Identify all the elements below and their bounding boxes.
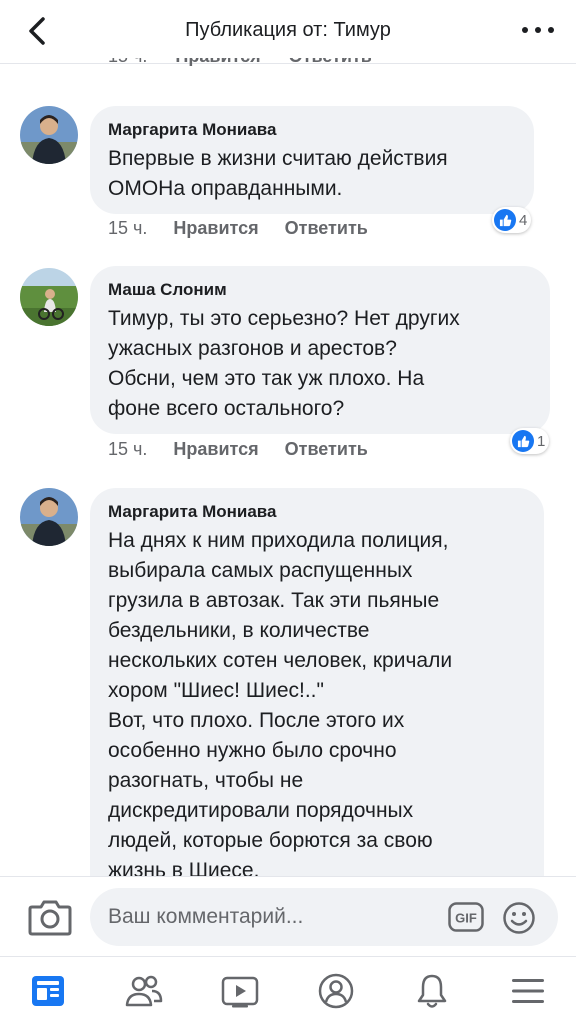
like-icon <box>494 209 516 231</box>
nav-friends[interactable] <box>124 971 164 1011</box>
avatar[interactable] <box>20 268 78 326</box>
comment-text: Впервые в жизни считаю действия ОМОНа оп… <box>108 147 448 200</box>
nav-profile[interactable] <box>316 971 356 1011</box>
gif-label: GIF <box>455 911 477 926</box>
more-dot-icon <box>522 27 528 33</box>
avatar[interactable] <box>20 488 78 546</box>
reaction-count[interactable]: 1 <box>510 428 550 454</box>
more-dot-icon <box>535 27 541 33</box>
nav-news-feed[interactable] <box>28 971 68 1011</box>
reaction-number: 4 <box>519 211 528 229</box>
reaction-count[interactable]: 4 <box>492 207 532 233</box>
news-feed-icon <box>32 976 64 1006</box>
emoji-button[interactable] <box>502 901 536 935</box>
comment-input-placeholder: Ваш комментарий... <box>108 905 304 928</box>
top-bar: Публикация от: Тимур <box>0 0 576 64</box>
previous-comment-actions: 15 ч. Нравится Ответить <box>108 58 428 78</box>
comment-input[interactable]: Ваш комментарий... GIF <box>90 888 558 946</box>
comment-author[interactable]: Маша Слоним <box>108 280 532 300</box>
nav-menu[interactable] <box>508 971 548 1011</box>
comment-time: 15 ч. <box>108 439 148 459</box>
avatar[interactable] <box>20 106 78 164</box>
profile-icon <box>318 973 354 1009</box>
comment-time: 15 ч. <box>108 58 147 67</box>
reply-link[interactable]: Ответить <box>285 439 368 460</box>
gif-icon: GIF <box>448 902 484 932</box>
reply-link[interactable]: Ответить <box>285 218 368 239</box>
like-link[interactable]: Нравится <box>173 439 258 460</box>
more-options-button[interactable] <box>522 20 554 40</box>
like-link[interactable]: Нравится <box>173 218 258 239</box>
nav-watch[interactable] <box>220 971 260 1011</box>
comment-bubble: Маргарита Мониава Впервые в жизни считаю… <box>90 106 534 214</box>
comment-time: 15 ч. <box>108 218 148 238</box>
video-play-icon <box>221 976 259 1008</box>
nav-notifications[interactable] <box>412 971 452 1011</box>
comment-text: Тимур, ты это серьезно? Нет других ужасн… <box>108 307 460 420</box>
bottom-navigation <box>0 956 576 1024</box>
comment-bubble: Маргарита Мониава На днях к ним приходил… <box>90 488 544 908</box>
comment-text: На днях к ним приходила полиция, выбирал… <box>108 529 453 882</box>
comment-author[interactable]: Маргарита Мониава <box>108 120 516 140</box>
like-link[interactable]: Нравится <box>175 58 260 67</box>
gif-button[interactable]: GIF <box>448 902 484 932</box>
bell-icon <box>417 974 447 1008</box>
comment-actions: 15 ч. Нравится Ответить <box>108 218 368 239</box>
friends-icon <box>125 975 163 1007</box>
like-icon <box>512 430 534 452</box>
camera-icon <box>28 900 72 936</box>
more-dot-icon <box>548 27 554 33</box>
menu-icon <box>512 979 544 1003</box>
comment-author[interactable]: Маргарита Мониава <box>108 502 526 522</box>
smile-icon <box>503 902 535 934</box>
comment-actions: 15 ч. Нравится Ответить <box>108 439 368 460</box>
comment-composer: Ваш комментарий... GIF <box>0 876 576 956</box>
reaction-number: 1 <box>537 432 546 450</box>
camera-button[interactable] <box>28 897 72 937</box>
reply-link[interactable]: Ответить <box>289 58 372 67</box>
comment-bubble: Маша Слоним Тимур, ты это серьезно? Нет … <box>90 266 550 434</box>
page-title: Публикация от: Тимур <box>185 19 391 41</box>
